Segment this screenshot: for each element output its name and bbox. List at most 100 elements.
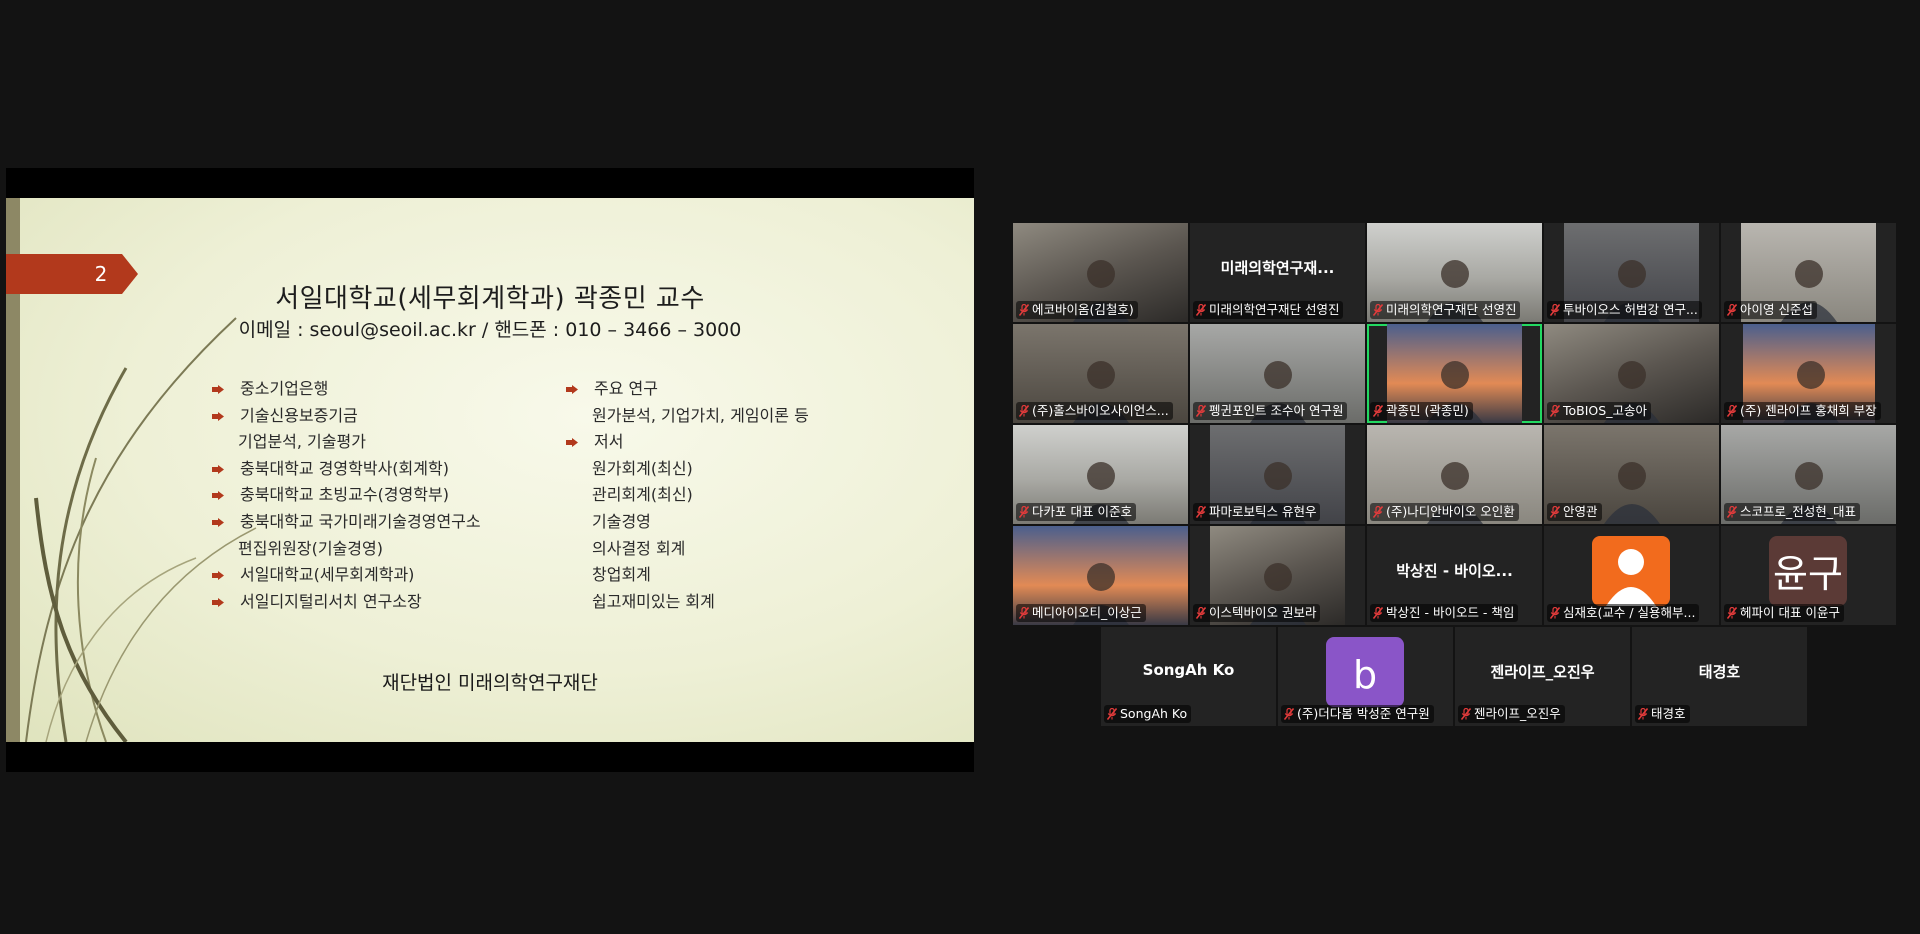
bullet-text: 쉽고재미있는 회계 [592, 591, 715, 611]
avatar-initials: 윤구 [1773, 552, 1843, 596]
mic-muted-icon [1461, 708, 1471, 720]
mic-muted-icon [1727, 506, 1737, 518]
bullet-text: 기업분석, 기술평가 [238, 432, 366, 452]
research-list: 주요 연구 원가분석, 기업가치, 게임이론 등 저서 원가회계(최신) 관리회계(최신… [564, 376, 809, 615]
participant-name-label: 메디아이오티_이상근 [1016, 604, 1146, 622]
participant-tile[interactable]: 에코바이옴(김철호) [1013, 223, 1188, 322]
bullet-item: 서일대학교(세무회계학과) [210, 562, 481, 589]
arrow-bullet-icon [212, 385, 224, 394]
person-silhouette-icon [1603, 462, 1660, 524]
mic-muted-icon [1373, 607, 1383, 619]
slide-contact: 이메일 : seoul@seoil.ac.kr / 핸드폰 : 010 – 34… [238, 319, 742, 341]
bullet-subtext: 기술경영 [564, 509, 809, 536]
bullet-text: 편집위원장(기술경영) [238, 538, 383, 558]
shared-screen: 2 서일대학교(세무회계학과) 곽종민 교수 이메일 : seoul@seoil… [6, 168, 974, 772]
participant-tile[interactable]: 태경호 태경호 [1632, 627, 1807, 726]
mic-muted-icon [1727, 607, 1737, 619]
participant-name: 태경호 [1651, 706, 1686, 721]
participant-tile[interactable]: 미래의학연구재단 선영진 [1367, 223, 1542, 322]
participant-tile[interactable]: 아이영 신준섭 [1721, 223, 1896, 322]
participant-name-label: 펭귄포인트 조수아 연구원 [1193, 402, 1348, 420]
participant-tile[interactable]: (주)나디안바이오 오인환 [1367, 425, 1542, 524]
mic-muted-icon [1550, 304, 1560, 316]
mic-muted-icon [1373, 304, 1383, 316]
participant-name-label: 곽종민 (곽종민) [1370, 402, 1473, 420]
presentation-slide: 2 서일대학교(세무회계학과) 곽종민 교수 이메일 : seoul@seoil… [6, 198, 974, 742]
participant-name-label: 파마로보틱스 유현우 [1193, 503, 1321, 521]
participant-tile[interactable]: 박상진 - 바이오... 박상진 - 바이오드 - 책임 [1367, 526, 1542, 625]
participant-name: 에코바이옴(김철호) [1032, 302, 1134, 317]
bullet-subtext: 쉽고재미있는 회계 [564, 589, 809, 616]
participant-tile[interactable]: 파마로보틱스 유현우 [1190, 425, 1365, 524]
person-icon [1606, 549, 1656, 606]
bullet-item: 충북대학교 초빙교수(경영학부) [210, 482, 481, 509]
bullet-subtext: 기업분석, 기술평가 [210, 429, 481, 456]
avatar-initials: b [1352, 653, 1378, 697]
participant-name-label: (주)나디안바이오 오인환 [1370, 503, 1519, 521]
participant-display-name: SongAh Ko [1142, 661, 1235, 679]
mic-muted-icon [1107, 708, 1117, 720]
mic-muted-icon [1727, 304, 1737, 316]
bullet-text: 서일디지털리서치 연구소장 [240, 591, 422, 611]
mic-muted-icon [1373, 506, 1383, 518]
mic-muted-icon [1284, 708, 1294, 720]
bullet-subtext: 편집위원장(기술경영) [210, 536, 481, 563]
mic-muted-icon [1727, 405, 1737, 417]
participant-name: 헤파이 대표 이윤구 [1740, 605, 1840, 620]
bullet-subtext: 원가분석, 기업가치, 게임이론 등 [564, 403, 809, 430]
participant-tile[interactable]: b (주)더다봄 박성준 연구원 [1278, 627, 1453, 726]
participant-tile[interactable]: (주)홀스바이오사이언스... [1013, 324, 1188, 423]
participant-tile[interactable]: ToBIOS_고송아 [1544, 324, 1719, 423]
mic-muted-icon [1373, 405, 1383, 417]
participant-tile[interactable]: 스코프로_전성현_대표 [1721, 425, 1896, 524]
participant-name-label: 심재호(교수 / 실용해부... [1547, 604, 1700, 622]
participant-name-label: ToBIOS_고송아 [1547, 402, 1651, 420]
arrow-bullet-icon [212, 597, 224, 607]
bullet-text: 원가회계(최신) [592, 458, 693, 478]
bullet-text: 기술신용보증기금 [240, 405, 358, 425]
participant-tile[interactable]: 젠라이프_오진우 젠라이프_오진우 [1455, 627, 1630, 726]
mic-muted-icon [1550, 405, 1560, 417]
participant-tile[interactable]: 이스텍바이오 권보라 [1190, 526, 1365, 625]
participant-name: ToBIOS_고송아 [1563, 403, 1647, 418]
participant-tile[interactable]: 안영관 [1544, 425, 1719, 524]
participant-name: 미래의학연구재단 선영진 [1386, 302, 1517, 317]
bullet-subtext: 관리회계(최신) [564, 482, 809, 509]
mic-muted-icon [1019, 304, 1029, 316]
bullet-text: 충북대학교 경영학박사(회계학) [240, 458, 449, 478]
participant-name-label: 박상진 - 바이오드 - 책임 [1370, 604, 1519, 622]
participant-name-label: 다카포 대표 이준호 [1016, 503, 1136, 521]
participant-tile[interactable]: 심재호(교수 / 실용해부... [1544, 526, 1719, 625]
participant-name-label: 헤파이 대표 이윤구 [1724, 604, 1844, 622]
mic-muted-icon [1638, 708, 1648, 720]
bullet-text: 충북대학교 국가미래기술경영연구소 [240, 511, 481, 531]
slide-title: 서일대학교(세무회계학과) 곽종민 교수 [275, 284, 705, 314]
participant-name-label: (주)홀스바이오사이언스... [1016, 402, 1173, 420]
arrow-bullet-icon [212, 517, 224, 527]
participant-tile[interactable]: 미래의학연구재... 미래의학연구재단 선영진 [1190, 223, 1365, 322]
participant-tile[interactable]: 윤구헤파이 대표 이윤구 [1721, 526, 1896, 625]
participant-name: 미래의학연구재단 선영진 [1209, 302, 1340, 317]
bullet-item: 서일디지털리서치 연구소장 [210, 589, 481, 616]
mic-muted-icon [1196, 506, 1206, 518]
participant-name: 박상진 - 바이오드 - 책임 [1386, 605, 1515, 620]
participant-tile[interactable]: 투바이오스 허범강 연구... [1544, 223, 1719, 322]
participant-tile[interactable]: 메디아이오티_이상근 [1013, 526, 1188, 625]
participant-tile[interactable]: 펭귄포인트 조수아 연구원 [1190, 324, 1365, 423]
participant-tile[interactable]: SongAh Ko SongAh Ko [1101, 627, 1276, 726]
letter-avatar: 윤구 [1769, 536, 1847, 606]
participant-name: 아이영 신준섭 [1740, 302, 1813, 317]
participant-tile[interactable]: 곽종민 (곽종민) [1367, 324, 1542, 423]
participant-name: 펭귄포인트 조수아 연구원 [1209, 403, 1344, 418]
bullet-text: 창업회계 [592, 565, 651, 585]
participant-name: (주)더다봄 박성준 연구원 [1297, 706, 1430, 721]
participant-tile[interactable]: 다카포 대표 이준호 [1013, 425, 1188, 524]
participant-name: 심재호(교수 / 실용해부... [1563, 605, 1696, 620]
participant-name: 투바이오스 허범강 연구... [1563, 302, 1698, 317]
arrow-bullet-icon [212, 571, 224, 581]
participant-tile[interactable]: (주) 젠라이프 홍채희 부장 [1721, 324, 1896, 423]
bullet-text: 서일대학교(세무회계학과) [240, 565, 415, 585]
participant-name: SongAh Ko [1120, 706, 1188, 721]
bullet-text: 원가분석, 기업가치, 게임이론 등 [592, 405, 809, 425]
participant-name: (주)홀스바이오사이언스... [1032, 403, 1169, 418]
